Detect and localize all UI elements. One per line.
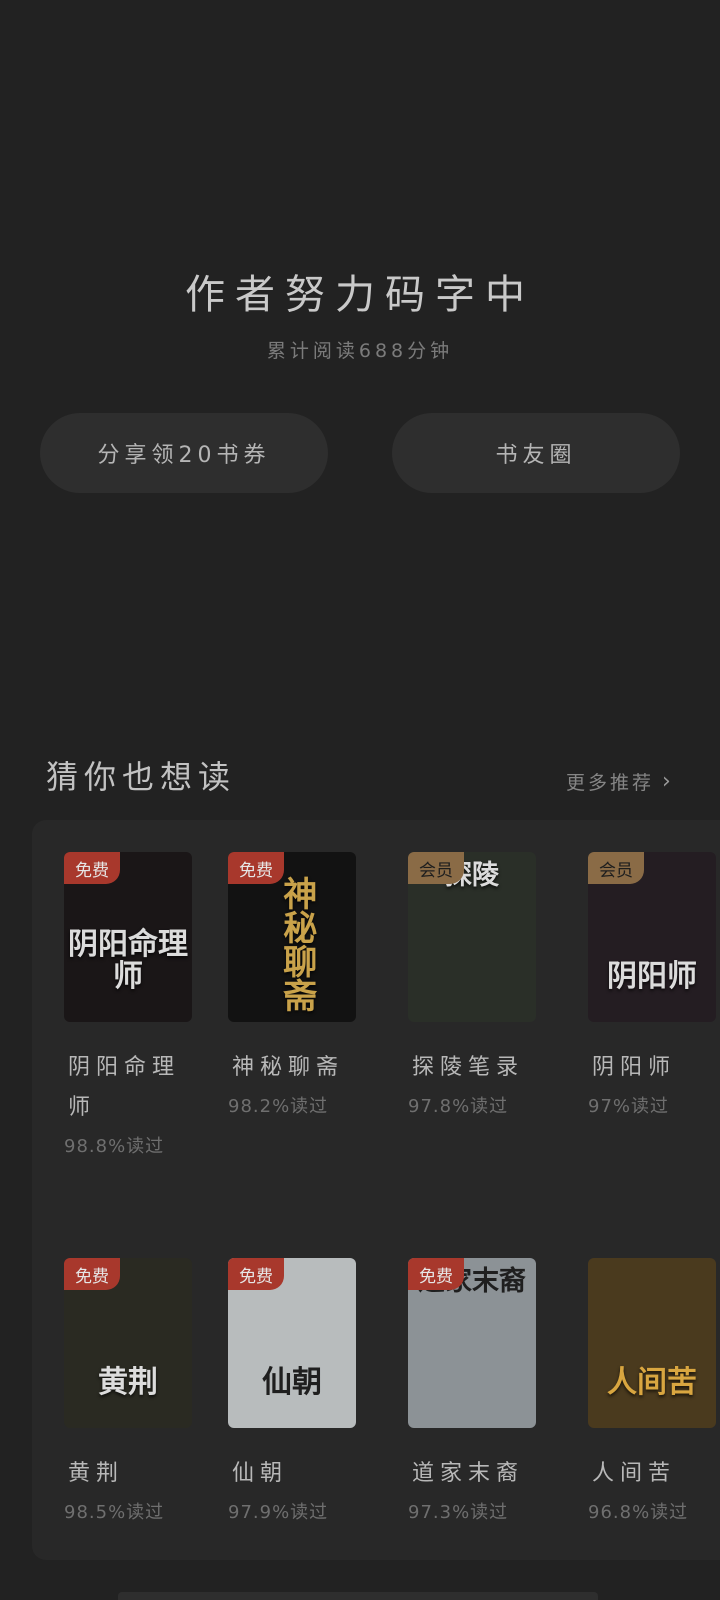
cover-title: 仙朝 bbox=[262, 1364, 322, 1400]
read-percentage: 96.8%读过 bbox=[588, 1502, 689, 1523]
book-cover[interactable]: 神秘聊斋 免费 bbox=[228, 852, 356, 1022]
book-cover[interactable]: 仙朝 免费 bbox=[228, 1258, 356, 1428]
book-card[interactable]: 道家末裔 免费道家末裔 97.3%读过 bbox=[408, 1258, 548, 1524]
cover-title: 黄荆 bbox=[98, 1364, 158, 1400]
chevron-right-icon: › bbox=[662, 769, 671, 794]
read-percentage: 97.3%读过 bbox=[408, 1502, 509, 1523]
more-recommend-link[interactable]: 更多推荐 › bbox=[566, 768, 671, 795]
book-title: 阴阳师 bbox=[592, 1055, 677, 1080]
cover-title: 阴阳命理师 bbox=[68, 927, 188, 994]
book-cover[interactable]: 人间苦 bbox=[588, 1258, 716, 1428]
cover-title: 阴阳师 bbox=[607, 958, 697, 994]
book-title: 人间苦 bbox=[592, 1461, 677, 1486]
book-card[interactable]: 人间苦 人间苦 96.8%读过 bbox=[588, 1258, 720, 1524]
vip-badge: 会员 bbox=[408, 852, 464, 884]
book-title: 探陵笔录 bbox=[412, 1055, 525, 1080]
book-card[interactable]: 阴阳师 会员阴阳师 97%读过 bbox=[588, 852, 720, 1118]
book-cover[interactable]: 黄荆 免费 bbox=[64, 1258, 192, 1428]
book-title: 黄荆 bbox=[68, 1461, 125, 1486]
read-percentage: 98.2%读过 bbox=[228, 1096, 329, 1117]
book-title: 仙朝 bbox=[232, 1461, 289, 1486]
free-badge: 免费 bbox=[64, 852, 120, 884]
book-cover[interactable]: 阴阳师 会员 bbox=[588, 852, 716, 1022]
free-badge: 免费 bbox=[228, 1258, 284, 1290]
end-title: 作者努力码字中 bbox=[185, 272, 535, 318]
book-circle-button[interactable]: 书友圈 bbox=[392, 413, 680, 493]
book-title: 神秘聊斋 bbox=[232, 1055, 345, 1080]
free-badge: 免费 bbox=[408, 1258, 464, 1290]
book-title: 阴阳命理师 bbox=[68, 1055, 181, 1120]
book-card[interactable]: 探陵 会员探陵笔录 97.8%读过 bbox=[408, 852, 548, 1118]
more-recommend-label: 更多推荐 bbox=[566, 772, 655, 794]
share-button[interactable]: 分享领20书券 bbox=[40, 413, 328, 493]
book-card[interactable]: 黄荆 免费黄荆 98.5%读过 bbox=[64, 1258, 204, 1524]
book-card[interactable]: 神秘聊斋 免费 神秘聊斋 98.2%读过 bbox=[228, 852, 368, 1118]
book-cover[interactable]: 道家末裔 免费 bbox=[408, 1258, 536, 1428]
read-percentage: 98.8%读过 bbox=[64, 1136, 165, 1157]
vip-badge: 会员 bbox=[588, 852, 644, 884]
book-card[interactable]: 仙朝 免费仙朝 97.9%读过 bbox=[228, 1258, 368, 1524]
book-cover[interactable]: 阴阳命理师 免费 bbox=[64, 852, 192, 1022]
read-percentage: 97.8%读过 bbox=[408, 1096, 509, 1117]
book-title: 道家末裔 bbox=[412, 1461, 525, 1486]
read-percentage: 97%读过 bbox=[588, 1096, 670, 1117]
free-badge: 免费 bbox=[228, 852, 284, 884]
cover-title: 人间苦 bbox=[607, 1364, 697, 1400]
cover-title: 神秘聊斋 bbox=[276, 876, 317, 1012]
bottom-bar bbox=[118, 1592, 598, 1600]
read-percentage: 97.9%读过 bbox=[228, 1502, 329, 1523]
book-card[interactable]: 阴阳命理师 免费阴阳命理师 98.8%读过 bbox=[64, 852, 204, 1158]
book-cover[interactable]: 探陵 会员 bbox=[408, 852, 536, 1022]
free-badge: 免费 bbox=[64, 1258, 120, 1290]
reading-time: 累计阅读688分钟 bbox=[266, 340, 454, 362]
recommend-panel: 阴阳命理师 免费 阴阳命理师 98.8%读过 神秘聊斋 免费 神秘聊斋 98.2%读过 探陵 会员… bbox=[32, 820, 720, 1560]
read-percentage: 98.5%读过 bbox=[64, 1502, 165, 1523]
recommend-title: 猜你也想读 bbox=[46, 758, 237, 796]
